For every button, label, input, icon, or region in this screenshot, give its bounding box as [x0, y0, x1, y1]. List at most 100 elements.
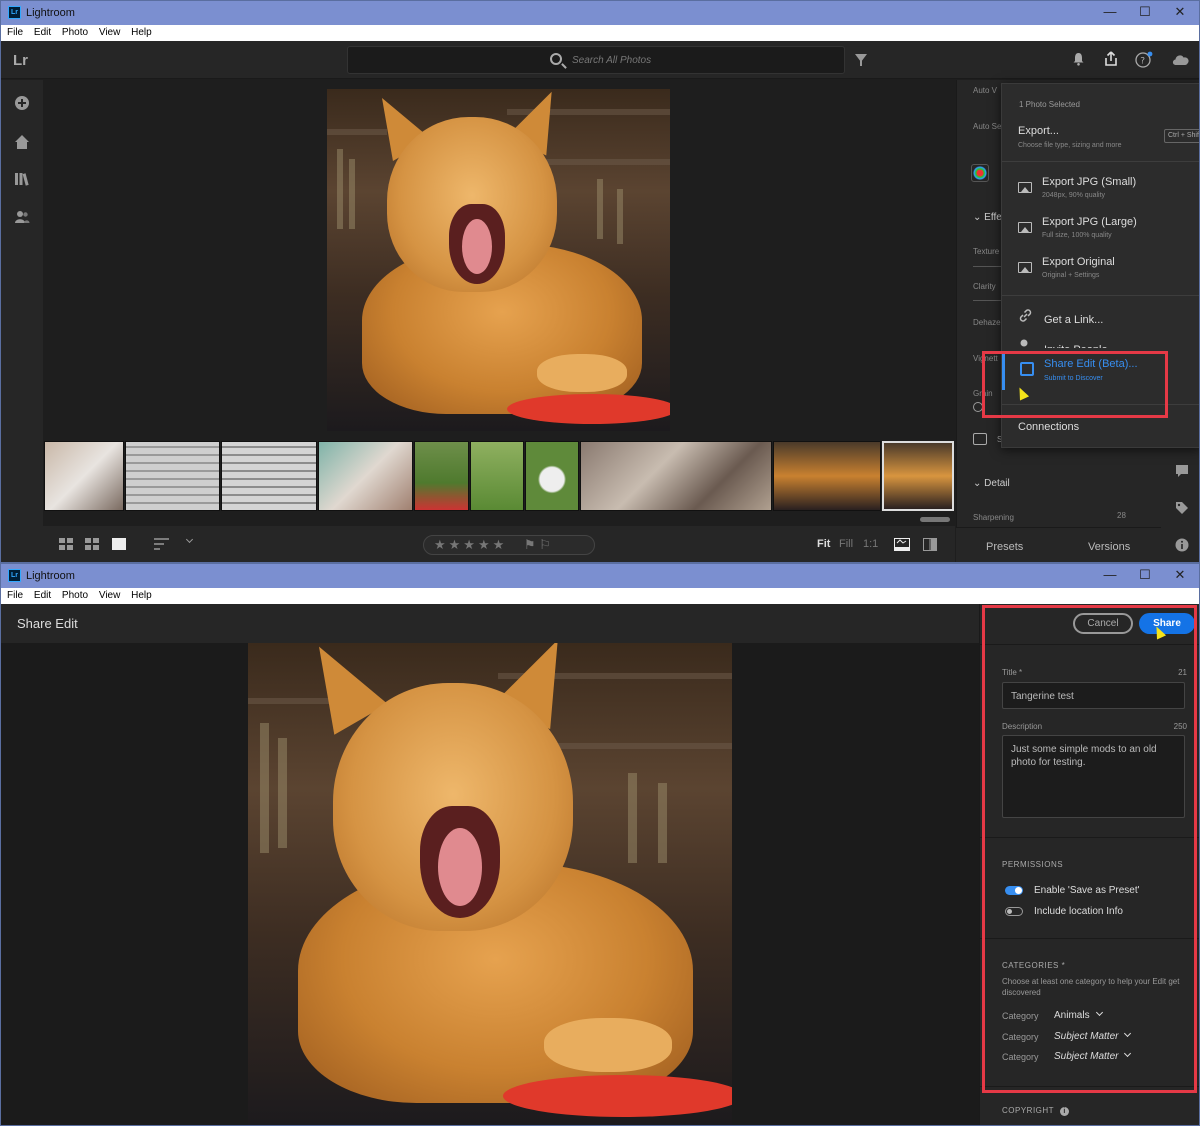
export-original[interactable]: Export Original Original + Settings — [1002, 252, 1199, 288]
export-shortcut: Ctrl + Shift — [1164, 129, 1199, 143]
add-photos-icon[interactable] — [13, 95, 31, 113]
selection-bar — [1002, 352, 1005, 390]
filmstrip-thumb[interactable] — [318, 441, 413, 511]
filmstrip — [43, 440, 955, 526]
filmstrip-scrollbar[interactable] — [920, 517, 950, 522]
sort-icon[interactable] — [154, 538, 170, 553]
menu-edit[interactable]: Edit — [34, 588, 51, 604]
category-select[interactable]: Subject Matter — [1054, 1029, 1132, 1042]
bell-icon[interactable] — [1072, 52, 1085, 69]
description-textarea[interactable]: Just some simple mods to an old photo fo… — [1002, 735, 1185, 818]
category-select[interactable]: Animals — [1054, 1008, 1103, 1021]
connections-item[interactable]: Connections — [1018, 421, 1079, 433]
chevron-down-icon[interactable] — [180, 535, 194, 548]
description-char-count: 250 — [1173, 722, 1187, 731]
minimize-button[interactable]: — — [1095, 567, 1125, 582]
maximize-button[interactable]: ☐ — [1130, 4, 1160, 20]
effects-section[interactable]: ⌄ Effe — [973, 212, 1002, 223]
menu-view[interactable]: View — [99, 25, 121, 41]
filmstrip-thumb[interactable] — [44, 441, 124, 511]
divider — [980, 1086, 1199, 1087]
preview-canvas — [1, 643, 979, 1125]
filmstrip-thumb[interactable] — [414, 441, 469, 511]
flag-icons[interactable]: ⚑ ⚐ — [524, 537, 551, 552]
save-as-preset-toggle[interactable] — [1005, 886, 1023, 895]
menu-photo[interactable]: Photo — [62, 588, 88, 604]
comment-icon[interactable] — [1173, 464, 1191, 481]
category-select[interactable]: Subject Matter — [1054, 1049, 1132, 1062]
menu-photo[interactable]: Photo — [62, 25, 88, 41]
filmstrip-thumb[interactable] — [125, 441, 220, 511]
menu-file[interactable]: File — [7, 588, 23, 604]
filmstrip-thumb[interactable] — [525, 441, 579, 511]
home-icon[interactable] — [13, 134, 31, 152]
zoom-fit[interactable]: Fit — [817, 538, 830, 550]
people-icon[interactable] — [13, 209, 31, 227]
close-button[interactable]: ✕ — [1165, 4, 1195, 20]
minimize-button[interactable]: — — [1095, 4, 1125, 19]
detail-view-icon[interactable] — [112, 538, 126, 553]
share-menu: 1 Photo Selected Export... Choose file t… — [1001, 83, 1199, 448]
cancel-button[interactable]: Cancel — [1073, 613, 1133, 634]
share-icon[interactable] — [1103, 51, 1119, 70]
detail-section[interactable]: ⌄ Detail — [973, 478, 1010, 489]
tab-versions[interactable]: Versions — [1088, 541, 1130, 553]
copyright-heading-text: COPYRIGHT — [1002, 1106, 1055, 1115]
lr-logo: Lr — [13, 52, 28, 69]
tab-presets[interactable]: Presets — [986, 541, 1023, 553]
lightroom-window: Lr Lightroom — ☐ ✕ File Edit Photo View … — [0, 0, 1200, 563]
category-value: Subject Matter — [1054, 1051, 1119, 1062]
info-icon[interactable] — [1173, 538, 1191, 555]
export-item[interactable]: Export... — [1018, 125, 1059, 137]
library-icon[interactable] — [13, 171, 31, 189]
get-link-item[interactable]: Get a Link... — [1018, 308, 1103, 326]
share-edit-item[interactable]: Share Edit (Beta)... Submit to Discover — [1002, 348, 1199, 394]
zoom-fill[interactable]: Fill — [839, 538, 853, 550]
search-box[interactable]: Search All Photos — [347, 46, 845, 74]
share-edit-panel: Cancel Share Title * 21 Tangerine test D… — [979, 604, 1199, 1125]
star-rating[interactable]: ★★★★★ ⚑ ⚐ — [423, 535, 595, 555]
divider — [1002, 404, 1199, 405]
filmstrip-thumb[interactable] — [773, 441, 881, 511]
star-rating-stars[interactable]: ★★★★★ — [434, 537, 507, 552]
edit-label: Vignett — [973, 354, 998, 363]
menu-help[interactable]: Help — [131, 25, 152, 41]
edit-label: Texture — [973, 247, 1000, 256]
cloud-icon[interactable] — [1171, 53, 1191, 69]
filmstrip-toggle-icon[interactable] — [894, 538, 910, 554]
edit-label: Grain — [973, 389, 993, 398]
maximize-button[interactable]: ☐ — [1130, 567, 1160, 583]
close-button[interactable]: ✕ — [1165, 567, 1195, 583]
share-edit-icon — [1020, 362, 1034, 376]
location-info-toggle[interactable] — [1005, 907, 1023, 916]
filmstrip-thumb[interactable] — [221, 441, 317, 511]
zoom-1-1[interactable]: 1:1 — [863, 538, 878, 550]
optics-icon[interactable] — [973, 433, 987, 445]
menu-bar: File Edit Photo View Help — [1, 588, 1199, 604]
category-label: Category — [1002, 1052, 1039, 1062]
share-button[interactable]: Share — [1139, 613, 1195, 634]
export-jpg-small[interactable]: Export JPG (Small) 2048px, 90% quality — [1002, 172, 1199, 208]
share-edit-label: Share Edit (Beta)... — [1044, 358, 1138, 370]
help-icon[interactable]: ? — [1135, 51, 1153, 72]
sharpening-value[interactable]: 28 — [1117, 511, 1126, 520]
color-mix-icon[interactable] — [971, 164, 989, 182]
photo-grid-icon[interactable] — [85, 538, 99, 553]
filmstrip-thumb-selected[interactable] — [882, 441, 954, 511]
info-icon[interactable]: i — [1060, 1107, 1070, 1116]
permissions-heading: PERMISSIONS — [1002, 860, 1064, 869]
export-jpg-large[interactable]: Export JPG (Large) Full size, 100% quali… — [1002, 212, 1199, 248]
menu-view[interactable]: View — [99, 588, 121, 604]
title-input[interactable]: Tangerine test — [1002, 682, 1185, 709]
filmstrip-thumb[interactable] — [470, 441, 524, 511]
grain-slider-knob[interactable] — [973, 402, 983, 412]
menu-help[interactable]: Help — [131, 588, 152, 604]
compare-icon[interactable] — [923, 538, 937, 554]
menu-file[interactable]: File — [7, 25, 23, 41]
square-grid-icon[interactable] — [59, 538, 73, 553]
menu-edit[interactable]: Edit — [34, 25, 51, 41]
filmstrip-thumb[interactable] — [580, 441, 772, 511]
filter-icon[interactable] — [855, 54, 867, 66]
search-placeholder: Search All Photos — [572, 55, 652, 66]
tag-icon[interactable] — [1173, 501, 1191, 518]
